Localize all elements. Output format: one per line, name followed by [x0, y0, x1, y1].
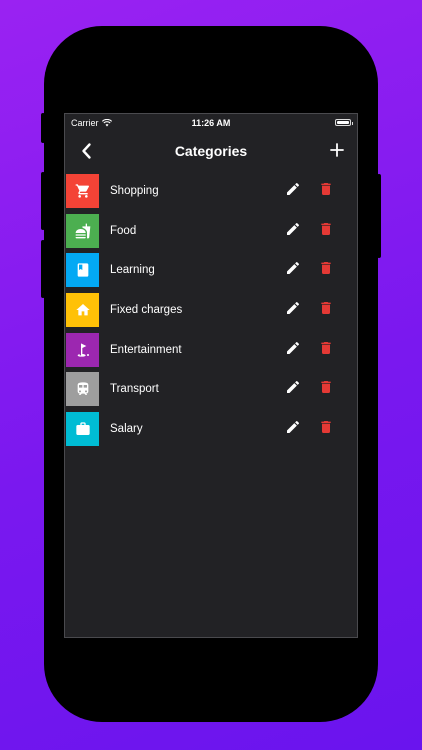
- pencil-icon[interactable]: [285, 181, 301, 197]
- shopping-cart-icon: [75, 184, 89, 198]
- trash-icon[interactable]: [318, 379, 334, 395]
- category-row-fixed-charges[interactable]: Fixed charges: [65, 290, 357, 330]
- category-icon-tile: [66, 372, 99, 407]
- trash-icon[interactable]: [318, 260, 334, 276]
- category-row-shopping[interactable]: Shopping: [65, 171, 357, 211]
- category-icon-tile: [66, 332, 99, 367]
- category-row-entertainment[interactable]: Entertainment: [65, 330, 357, 370]
- home-icon: [75, 303, 90, 316]
- pencil-icon[interactable]: [285, 300, 301, 316]
- category-icon-tile: [66, 411, 99, 446]
- category-icon-tile: [66, 253, 99, 288]
- category-icon-tile: [66, 173, 99, 208]
- status-bar: Carrier 11:26 AM: [65, 114, 357, 132]
- book-icon: [77, 263, 88, 277]
- plus-icon[interactable]: [327, 140, 347, 160]
- trash-icon[interactable]: [318, 181, 334, 197]
- category-row-food[interactable]: Food: [65, 211, 357, 251]
- pencil-icon[interactable]: [285, 419, 301, 435]
- briefcase-icon: [75, 422, 90, 435]
- pencil-icon[interactable]: [285, 260, 301, 276]
- pencil-icon[interactable]: [285, 379, 301, 395]
- pencil-icon[interactable]: [285, 221, 301, 237]
- category-row-learning[interactable]: Learning: [65, 250, 357, 290]
- page-title: Categories: [174, 143, 248, 159]
- category-icon-tile: [66, 213, 99, 248]
- category-row-salary[interactable]: Salary: [65, 409, 357, 449]
- category-list: Shopping Food Learning Fixed charges Ent…: [65, 171, 357, 449]
- category-icon-tile: [66, 292, 99, 327]
- trash-icon[interactable]: [318, 340, 334, 356]
- train-icon: [77, 382, 88, 396]
- trash-icon[interactable]: [318, 221, 334, 237]
- app-screen: Carrier 11:26 AM Categories Shopping Foo…: [64, 113, 358, 638]
- navigation-bar: Categories: [65, 132, 357, 170]
- category-row-transport[interactable]: Transport: [65, 369, 357, 409]
- trash-icon[interactable]: [318, 419, 334, 435]
- golf-icon: [77, 342, 89, 357]
- pencil-icon[interactable]: [285, 340, 301, 356]
- fastfood-icon: [75, 223, 90, 238]
- status-time: 11:26 AM: [191, 118, 231, 128]
- battery-icon: [335, 119, 353, 126]
- trash-icon[interactable]: [318, 300, 334, 316]
